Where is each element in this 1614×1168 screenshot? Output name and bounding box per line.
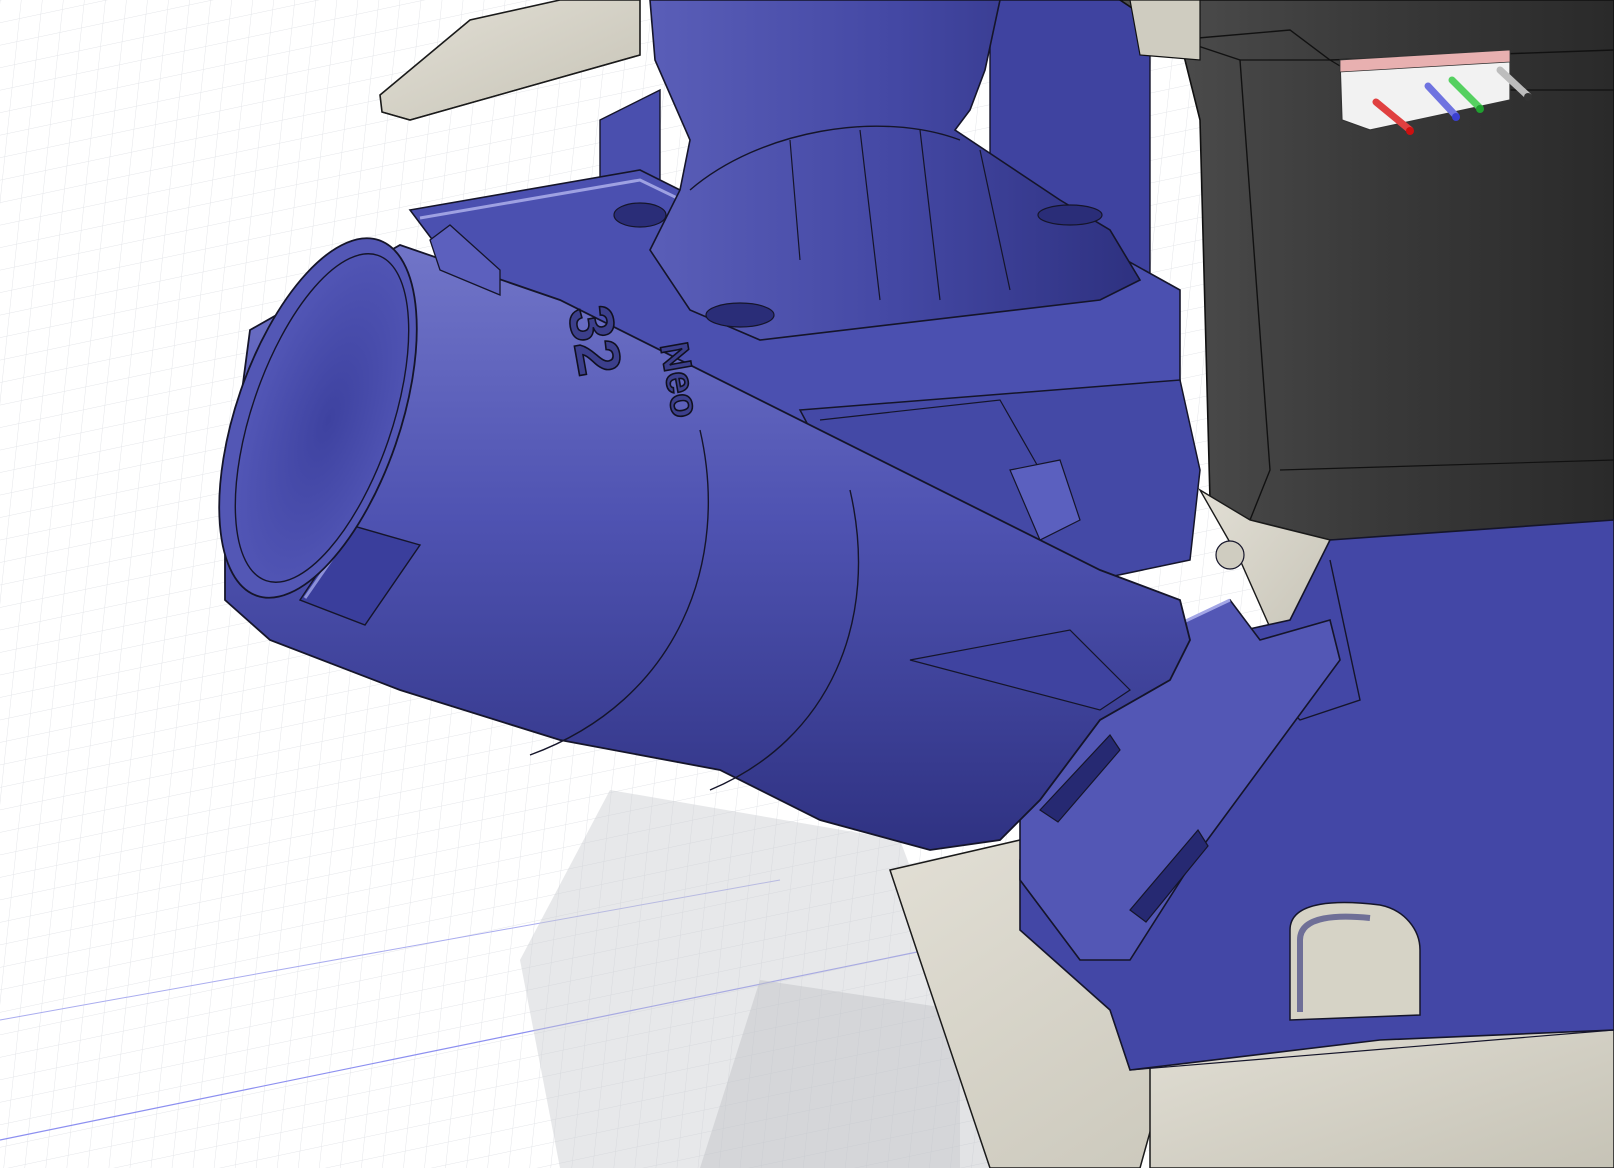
model-canvas[interactable]: 32 Neo bbox=[0, 0, 1614, 1168]
screw-head-icon bbox=[1215, 540, 1245, 570]
engraving-number: 32 bbox=[554, 300, 634, 380]
cad-3d-viewport[interactable]: 32 Neo bbox=[0, 0, 1614, 1168]
mount-hole-icon bbox=[613, 202, 667, 228]
mount-hole-icon bbox=[1037, 204, 1103, 226]
mount-hole-icon bbox=[705, 302, 775, 328]
